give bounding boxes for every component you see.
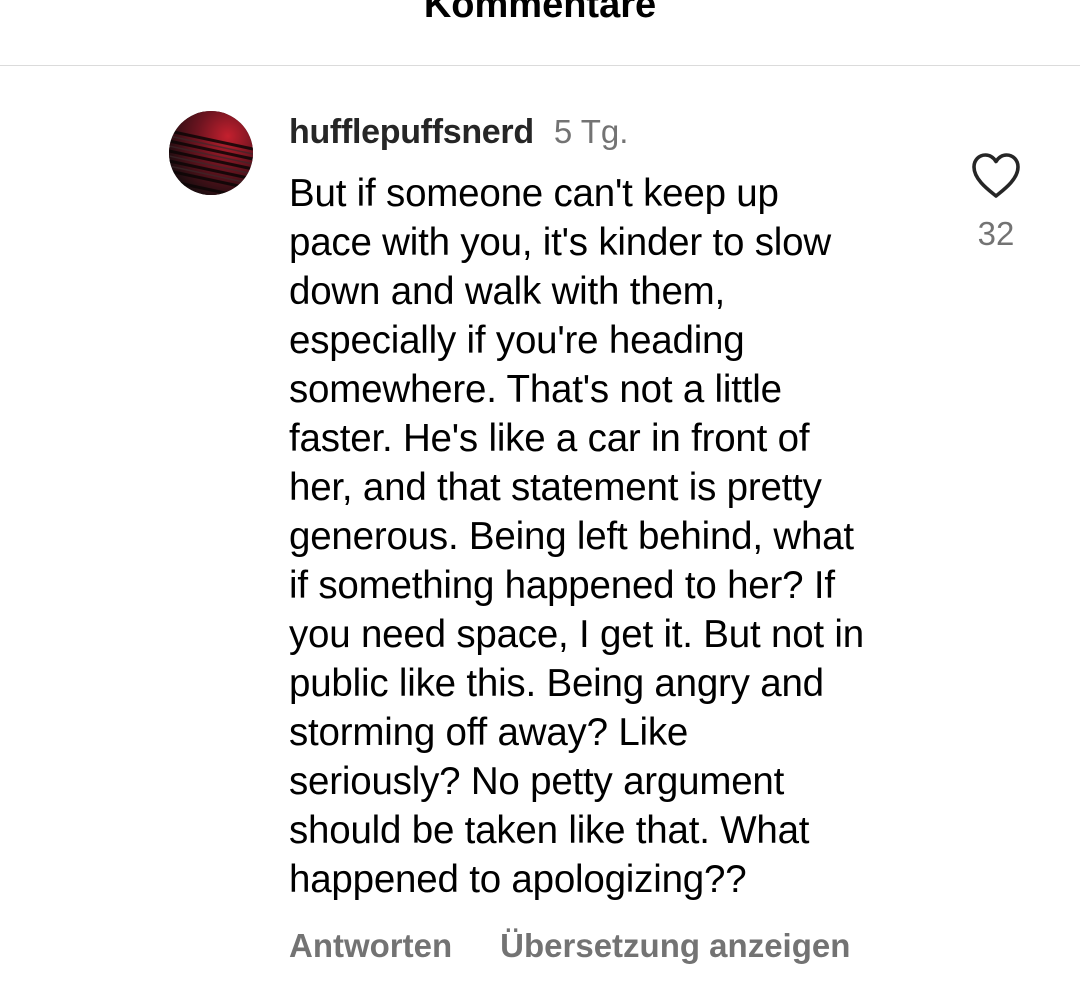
comment-text-line: her, and that statement is pretty — [289, 466, 822, 509]
avatar-image — [169, 111, 253, 195]
comment-text-line: happened to apologizing?? — [289, 858, 747, 901]
comments-header: Kommentare — [0, 0, 1080, 66]
comment-text-line: storming off away? Like — [289, 711, 689, 754]
comment-text: But if someone can't keep up pace with yo… — [289, 169, 929, 904]
comment-text-line: you need space, I get it. But not in — [289, 613, 864, 656]
comment-text-line: especially if you're heading — [289, 319, 745, 362]
page-title: Kommentare — [423, 0, 657, 26]
comment-text-line: But if someone can't keep up — [289, 172, 779, 215]
comment-text-line: generous. Being left behind, what — [289, 515, 854, 558]
show-translation-button[interactable]: Übersetzung anzeigen — [500, 923, 850, 969]
comment-text-line: pace with you, it's kinder to slow — [289, 221, 831, 264]
like-count: 32 — [977, 215, 1015, 252]
like-control: 32 — [966, 152, 1026, 254]
comment-item: hufflepuffsnerd 5 Tg. But if someone can'… — [0, 66, 1080, 984]
comment-username[interactable]: hufflepuffsnerd — [289, 113, 534, 151]
reply-button[interactable]: Antworten — [289, 923, 452, 969]
heart-outline-icon[interactable] — [970, 152, 1022, 200]
comment-actions: Antworten Übersetzung anzeigen — [289, 923, 850, 969]
comment-text-line: down and walk with them, — [289, 270, 726, 313]
comment-meta: hufflepuffsnerd 5 Tg. — [289, 110, 628, 154]
comment-text-line: public like this. Being angry and — [289, 662, 824, 705]
comment-text-line: should be taken like that. What — [289, 809, 810, 852]
comment-text-line: faster. He's like a car in front of — [289, 417, 810, 460]
comment-timestamp: 5 Tg. — [553, 113, 629, 150]
comment-text-line: if something happened to her? If — [289, 564, 835, 607]
comment-text-line: somewhere. That's not a little — [289, 368, 782, 411]
avatar[interactable] — [169, 111, 253, 195]
comment-text-line: seriously? No petty argument — [289, 760, 785, 803]
